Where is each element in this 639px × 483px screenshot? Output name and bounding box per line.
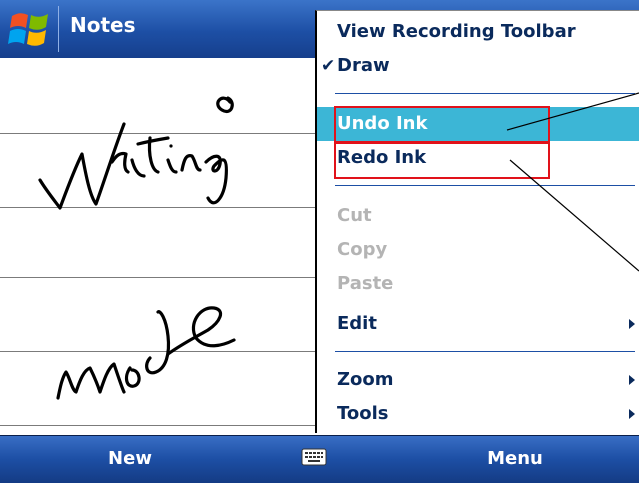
menu-item-cut: Cut (317, 199, 639, 233)
menu-separator (335, 93, 635, 94)
menu-separator (335, 185, 635, 186)
menu-separator (335, 351, 635, 352)
handwritten-ink (38, 96, 236, 400)
menu-item-label: View Recording Toolbar (337, 21, 576, 42)
app-title: Notes (70, 13, 136, 37)
keyboard-icon[interactable] (301, 446, 327, 468)
right-softkey-menu[interactable]: Menu (440, 443, 590, 475)
submenu-arrow-icon (629, 409, 635, 419)
menu-item-edit[interactable]: Edit (317, 307, 639, 341)
submenu-arrow-icon (629, 375, 635, 385)
menu-item-label: Draw (337, 55, 390, 76)
menu-item-label: Tools (337, 403, 389, 424)
menu-item-copy: Copy (317, 233, 639, 267)
menu-item-paste: Paste (317, 267, 639, 301)
menu-item-label: Zoom (337, 369, 394, 390)
popup-menu: View Recording Toolbar ✔ Draw Undo Ink R… (315, 10, 639, 433)
menu-item-label: Copy (337, 239, 388, 260)
menu-item-label: Edit (337, 313, 377, 334)
menu-item-draw[interactable]: ✔ Draw (317, 49, 639, 83)
menu-item-label: Paste (337, 273, 394, 294)
checkmark-icon: ✔ (321, 56, 336, 76)
title-separator (58, 6, 59, 52)
left-softkey-new[interactable]: New (60, 443, 200, 475)
submenu-arrow-icon (629, 319, 635, 329)
command-bar-border (0, 435, 639, 436)
menu-item-zoom[interactable]: Zoom (317, 363, 639, 397)
annotation-box-redo (334, 141, 550, 179)
windows-start-icon[interactable] (8, 8, 52, 50)
menu-item-tools[interactable]: Tools (317, 397, 639, 431)
annotation-box-undo (334, 106, 550, 144)
menu-item-label: Cut (337, 205, 372, 226)
menu-item-view-recording-toolbar[interactable]: View Recording Toolbar (317, 15, 639, 49)
command-bar: New Menu (0, 435, 639, 483)
